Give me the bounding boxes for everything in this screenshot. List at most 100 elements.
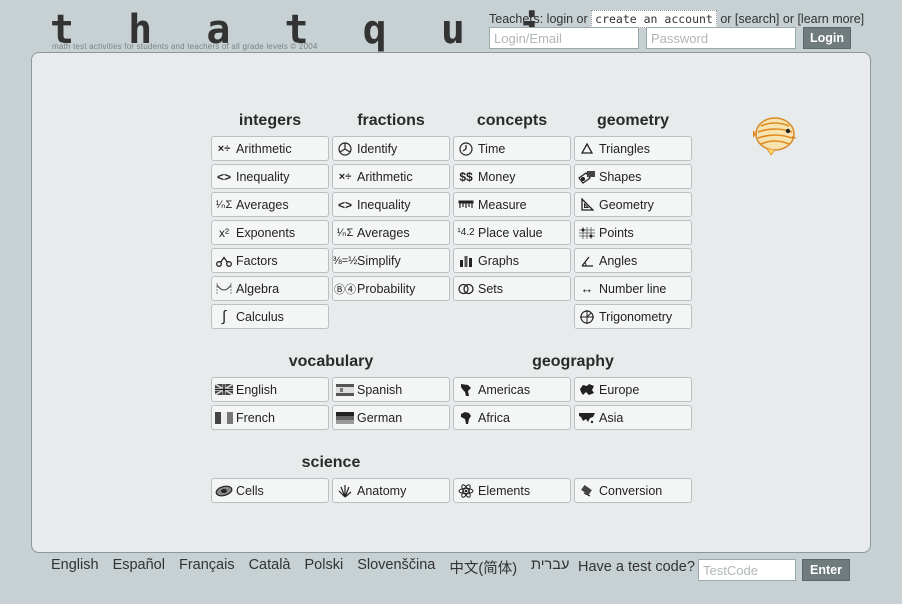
heading-geometry: geometry [596, 112, 670, 129]
fractions-inequality-button[interactable]: <> Inequality [332, 192, 450, 217]
tile-label: Arithmetic [236, 141, 292, 156]
tagline: math test activities for students and te… [52, 42, 318, 51]
tile-label: Simplify [357, 253, 401, 268]
teacher-links: Teachers: login or create an account or … [489, 10, 864, 28]
geometry-points-button[interactable]: Points [574, 220, 692, 245]
arithmetic-icon: ×÷ [338, 170, 352, 183]
geometry-triangles-button[interactable]: Triangles [574, 136, 692, 161]
concepts-measure-button[interactable]: Measure [453, 192, 571, 217]
tile-label: French [236, 410, 275, 425]
tile-label: Elements [478, 483, 531, 498]
tile-label: Asia [599, 410, 624, 425]
password-input[interactable] [646, 27, 796, 49]
tile-label: Conversion [599, 483, 663, 498]
language-link-hebrew[interactable]: עברית [531, 557, 569, 578]
inequality-icon: <> [337, 197, 352, 212]
americas-map-icon [454, 383, 478, 397]
language-link-catala[interactable]: Català [249, 557, 291, 578]
vocabulary-english-button[interactable]: English [211, 377, 329, 402]
concepts-sets-button[interactable]: Sets [453, 276, 571, 301]
vocabulary-spanish-button[interactable]: Spanish [332, 377, 450, 402]
angle-icon [575, 255, 599, 267]
uk-flag-icon [212, 384, 236, 395]
geometry-number-line-button[interactable]: ↔ Number line [574, 276, 692, 301]
science-anatomy-button[interactable]: Anatomy [332, 478, 450, 503]
tile-label: Triangles [599, 141, 650, 156]
concepts-graphs-button[interactable]: Graphs [453, 248, 571, 273]
geometry-shapes-button[interactable]: Shapes [574, 164, 692, 189]
vocabulary-german-button[interactable]: German [332, 405, 450, 430]
language-link-francais[interactable]: Français [179, 557, 235, 578]
venn-icon [454, 283, 478, 295]
geometry-geometry-button[interactable]: Geometry [574, 192, 692, 217]
concepts-place-value-button[interactable]: ¹4.2 Place value [453, 220, 571, 245]
tile-label: German [357, 410, 403, 425]
integers-calculus-button[interactable]: ∫ Calculus [211, 304, 329, 329]
ruler-icon [454, 200, 478, 210]
geometry-angles-button[interactable]: Angles [574, 248, 692, 273]
enter-button[interactable]: Enter [802, 559, 850, 581]
africa-map-icon [454, 411, 478, 425]
integers-arithmetic-button[interactable]: ×÷ Arithmetic [211, 136, 329, 161]
tile-label: Measure [478, 197, 527, 212]
language-link-espanol[interactable]: Español [113, 557, 165, 578]
tile-label: Europe [599, 382, 640, 397]
cell-icon [212, 485, 236, 497]
fractions-simplify-button[interactable]: ⅜=½ Simplify [332, 248, 450, 273]
language-links: English Español Français Català Polski S… [51, 557, 569, 578]
atom-icon [454, 483, 478, 498]
vocabulary-french-button[interactable]: French [211, 405, 329, 430]
tile-label: Number line [599, 281, 667, 296]
fractions-probability-button[interactable]: Ⓑ④ Probability [332, 276, 450, 301]
or-separator: or [716, 12, 735, 26]
integers-averages-button[interactable]: ¹⁄ₙΣ Averages [211, 192, 329, 217]
tile-label: Inequality [357, 197, 411, 212]
geography-africa-button[interactable]: Africa [453, 405, 571, 430]
fractions-averages-button[interactable]: ¹⁄ₙΣ Averages [332, 220, 450, 245]
fractions-arithmetic-button[interactable]: ×÷ Arithmetic [332, 164, 450, 189]
simplify-icon: ⅜=½ [332, 254, 358, 267]
tile-label: Anatomy [357, 483, 407, 498]
number-line-icon: ↔ [580, 281, 594, 296]
tile-label: Probability [357, 281, 416, 296]
integers-algebra-button[interactable]: Algebra [211, 276, 329, 301]
tile-label: Spanish [357, 382, 403, 397]
clock-icon [454, 141, 478, 156]
language-link-slovenscina[interactable]: Slovenščina [357, 557, 435, 578]
login-email-input[interactable] [489, 27, 639, 49]
language-link-chinese[interactable]: 中文(简体) [449, 557, 517, 578]
geometry-trigonometry-button[interactable]: Trigonometry [574, 304, 692, 329]
tile-label: Time [478, 141, 506, 156]
tile-label: Trigonometry [599, 309, 673, 324]
heading-fractions: fractions [357, 112, 425, 129]
learn-more-link[interactable]: [learn more] [797, 12, 864, 26]
concepts-time-button[interactable]: Time [453, 136, 571, 161]
language-link-polski[interactable]: Polski [305, 557, 344, 578]
teachers-prefix: Teachers: login or [489, 12, 588, 26]
test-code-label: Have a test code? [578, 559, 695, 575]
tile-label: English [236, 382, 277, 397]
geography-americas-button[interactable]: Americas [453, 377, 571, 402]
geography-asia-button[interactable]: Asia [574, 405, 692, 430]
france-flag-icon [212, 411, 236, 424]
place-value-icon: ¹4.2 [457, 227, 475, 238]
integers-factors-button[interactable]: Factors [211, 248, 329, 273]
language-link-english[interactable]: English [51, 557, 99, 578]
tile-label: Algebra [236, 281, 280, 296]
science-elements-button[interactable]: Elements [453, 478, 571, 503]
search-link[interactable]: [search] [735, 12, 779, 26]
science-conversion-button[interactable]: Conversion [574, 478, 692, 503]
tile-label: Money [478, 169, 516, 184]
integers-inequality-button[interactable]: <> Inequality [211, 164, 329, 189]
test-code-input[interactable] [698, 559, 796, 581]
integers-exponents-button[interactable]: x² Exponents [211, 220, 329, 245]
geography-europe-button[interactable]: Europe [574, 377, 692, 402]
create-account-link[interactable]: create an account [591, 10, 717, 28]
tile-label: Exponents [236, 225, 296, 240]
heading-geography: geography [532, 353, 614, 370]
login-button[interactable]: Login [803, 27, 851, 49]
science-cells-button[interactable]: Cells [211, 478, 329, 503]
fractions-identify-button[interactable]: Identify [332, 136, 450, 161]
shapes-icon [575, 170, 599, 184]
concepts-money-button[interactable]: $$ Money [453, 164, 571, 189]
